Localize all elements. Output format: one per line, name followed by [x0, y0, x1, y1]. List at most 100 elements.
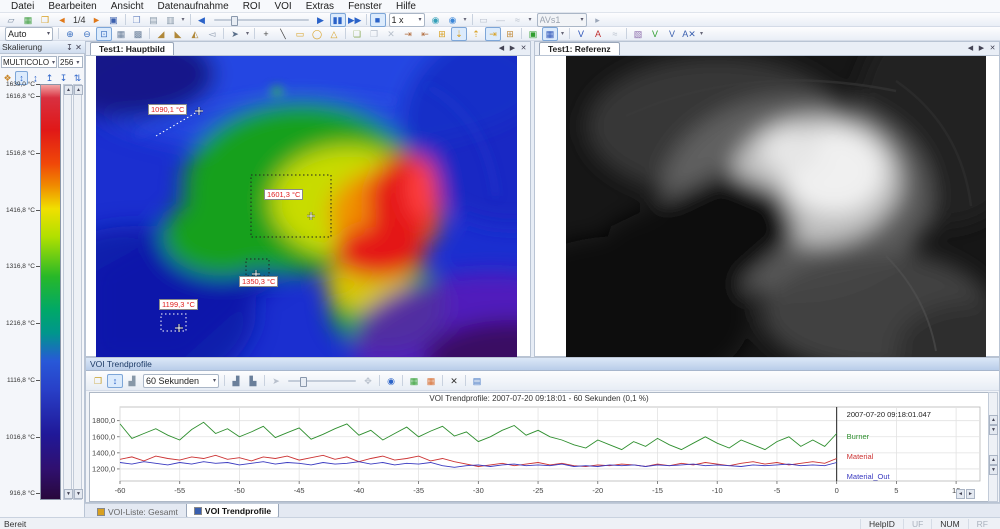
- tab-next-icon[interactable]: ▶: [977, 44, 986, 53]
- flip-icon[interactable]: ◭: [187, 27, 203, 41]
- zoom-trend-in-icon[interactable]: ▟: [228, 374, 244, 388]
- roi-paste-icon[interactable]: ❐: [366, 27, 382, 41]
- voi-new-icon[interactable]: ⊞: [502, 27, 518, 41]
- spin-up-icon[interactable]: ▲: [989, 415, 998, 425]
- spin-down-icon[interactable]: ▼: [989, 465, 998, 475]
- roi-link-icon[interactable]: ⊞: [434, 27, 450, 41]
- menu-item-voi[interactable]: VOI: [267, 0, 298, 13]
- pin-icon[interactable]: ↧: [65, 43, 74, 52]
- pan-image-icon[interactable]: ▦: [113, 27, 129, 41]
- volume-icon[interactable]: ◀: [194, 13, 210, 27]
- close-icon[interactable]: ✕: [74, 43, 83, 52]
- link-icon[interactable]: ▭: [476, 13, 492, 27]
- roi-copy-icon[interactable]: ❏: [349, 27, 365, 41]
- menu-item-fenster[interactable]: Fenster: [341, 0, 389, 13]
- step-forward-icon[interactable]: ►: [89, 13, 105, 27]
- cursor-trend-icon[interactable]: ➤: [268, 374, 284, 388]
- spin-down-icon[interactable]: ▼: [74, 489, 83, 499]
- play-icon[interactable]: ▶: [313, 13, 329, 27]
- time-slider[interactable]: [288, 376, 356, 386]
- menu-item-datenaufnahme[interactable]: Datenaufnahme: [151, 0, 236, 13]
- trend-settings-icon[interactable]: ▟: [124, 374, 140, 388]
- pause-icon[interactable]: ▮▮: [330, 13, 346, 27]
- voi-stats-all-icon[interactable]: ≈: [607, 27, 623, 41]
- roi-to-voi-icon[interactable]: ⇣: [451, 27, 467, 41]
- voi-up-icon[interactable]: ⇡: [468, 27, 484, 41]
- new-file-icon[interactable]: ▱: [3, 13, 19, 27]
- show-points-icon[interactable]: ◉: [383, 374, 399, 388]
- palette-apply-icon[interactable]: ▣: [525, 27, 541, 41]
- scroll-right-icon[interactable]: ►: [966, 489, 975, 499]
- temperature-annotation[interactable]: 1350,3 °C: [239, 276, 278, 287]
- trend-chart[interactable]: 1800,01600,01400,01200,0-60-55-50-45-40-…: [90, 403, 988, 503]
- levels-combo[interactable]: 256 ▾: [58, 56, 83, 68]
- pointer-icon[interactable]: ➤: [227, 27, 243, 41]
- spin-up-icon[interactable]: ▲: [74, 85, 83, 95]
- rotate-right-icon[interactable]: ◣: [170, 27, 186, 41]
- menu-item-hilfe[interactable]: Hilfe: [389, 0, 423, 13]
- toolbar-overflow-icon[interactable]: ▾: [462, 16, 469, 23]
- tab-next-icon[interactable]: ▶: [508, 44, 517, 53]
- overview-map-icon[interactable]: ▦: [542, 27, 558, 41]
- menu-item-ansicht[interactable]: Ansicht: [104, 0, 151, 13]
- temperature-annotation[interactable]: 1601,3 °C: [264, 189, 303, 200]
- voi-stats-a-icon[interactable]: A: [590, 27, 606, 41]
- scale-max-slider[interactable]: ▲ ▼: [63, 84, 72, 500]
- trend-chart-area[interactable]: VOI Trendprofile: 2007-07-20 09:18:01 - …: [89, 392, 989, 502]
- fit-window-icon[interactable]: ⊡: [96, 27, 112, 41]
- tab-prev-icon[interactable]: ◀: [966, 44, 975, 53]
- record-up-icon[interactable]: ◉: [428, 13, 444, 27]
- marker-tool-icon[interactable]: +: [258, 27, 274, 41]
- menu-item-roi[interactable]: ROI: [236, 0, 268, 13]
- zoom-trend-out-icon[interactable]: ▙: [245, 374, 261, 388]
- export-chart-icon[interactable]: ▤: [469, 374, 485, 388]
- zoom-in-icon[interactable]: ⊕: [62, 27, 78, 41]
- scroll-left-icon[interactable]: ◄: [956, 489, 965, 499]
- auto-combo[interactable]: Auto▾: [5, 27, 53, 41]
- stop-icon[interactable]: ■: [370, 13, 386, 27]
- tab-close-icon[interactable]: ✕: [988, 44, 997, 53]
- scale-down-icon[interactable]: ↧: [57, 71, 70, 85]
- rotate-left-icon[interactable]: ◢: [153, 27, 169, 41]
- tab-hauptbild[interactable]: Test1: Hauptbild: [90, 42, 174, 55]
- roi-import-icon[interactable]: ⇤: [417, 27, 433, 41]
- scale-up-icon[interactable]: ↥: [43, 71, 56, 85]
- slider-thumb[interactable]: [300, 377, 307, 387]
- avs-combo[interactable]: AVs1▾: [537, 13, 587, 27]
- export-table-icon[interactable]: ▦: [406, 374, 422, 388]
- temperature-annotation[interactable]: 1199,3 °C: [159, 299, 198, 310]
- spin-down-icon[interactable]: ▼: [989, 425, 998, 435]
- open-folder-icon[interactable]: ❒: [37, 13, 53, 27]
- interval-combo[interactable]: 60 Sekunden▾: [143, 374, 219, 388]
- trend-a-icon[interactable]: V: [664, 27, 680, 41]
- position-slider[interactable]: [214, 15, 309, 25]
- fast-forward-icon[interactable]: ▶▶: [347, 13, 363, 27]
- save-icon[interactable]: ▣: [106, 13, 122, 27]
- line-tool-icon[interactable]: ╲: [275, 27, 291, 41]
- trend-v-icon[interactable]: V: [647, 27, 663, 41]
- thermal-image[interactable]: 1090,1 °C1601,3 °C1350,3 °C1199,3 °C: [96, 56, 517, 358]
- speed-combo[interactable]: 1 x▾: [389, 13, 425, 27]
- export-report-icon[interactable]: ▦: [20, 13, 36, 27]
- toolbar-overflow-icon[interactable]: ▾: [698, 30, 705, 37]
- compare-icon[interactable]: ≈: [510, 13, 526, 27]
- pan-trend-icon[interactable]: ✥: [360, 374, 376, 388]
- export-calendar-icon[interactable]: ▦: [423, 374, 439, 388]
- toolbar-overflow-icon[interactable]: ▾: [559, 30, 566, 37]
- snapshot-icon[interactable]: ▤: [146, 13, 162, 27]
- tab-voi-trendprofile[interactable]: VOI Trendprofile: [186, 504, 279, 518]
- roi-delete-icon[interactable]: ✕: [383, 27, 399, 41]
- fit-vertical-icon[interactable]: ↕: [107, 374, 123, 388]
- ellipse-roi-icon[interactable]: ◯: [309, 27, 325, 41]
- clear-trend-icon[interactable]: ✕: [446, 374, 462, 388]
- tab-close-icon[interactable]: ✕: [519, 44, 528, 53]
- more-icon[interactable]: ▸: [590, 13, 606, 27]
- scale-expand-icon[interactable]: ⇅: [71, 71, 84, 85]
- print-icon[interactable]: ▥: [163, 13, 179, 27]
- color-scale-bar[interactable]: [40, 84, 61, 500]
- spin-up-icon[interactable]: ▲: [64, 85, 73, 95]
- mirror-icon[interactable]: ◅: [204, 27, 220, 41]
- tab-referenz[interactable]: Test1: Referenz: [539, 42, 620, 55]
- voi-remove-icon[interactable]: A✕: [681, 27, 697, 41]
- toolbar-overflow-icon[interactable]: ▾: [180, 16, 187, 23]
